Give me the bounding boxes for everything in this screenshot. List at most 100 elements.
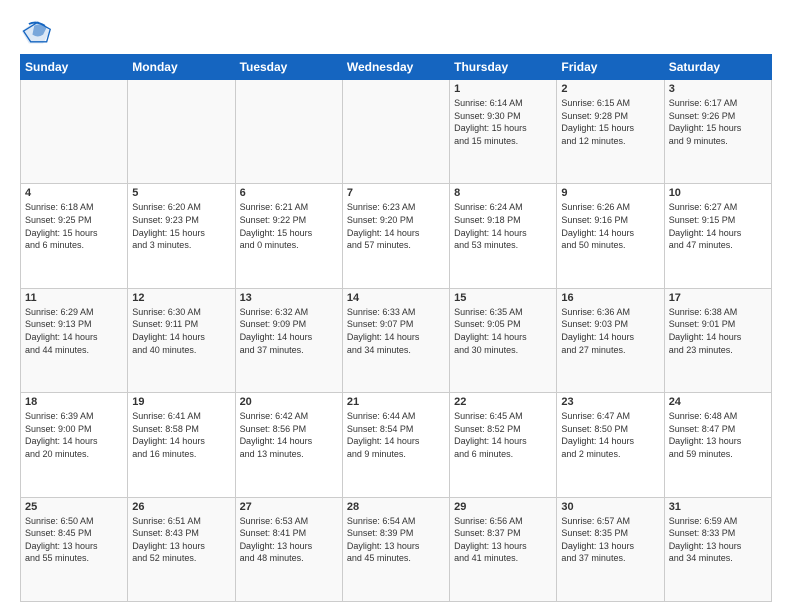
day-number: 26	[132, 501, 230, 513]
day-number: 17	[669, 292, 767, 304]
calendar-cell: 2 Sunrise: 6:15 AMSunset: 9:28 PMDaylight…	[557, 80, 664, 184]
day-number: 27	[240, 501, 338, 513]
day-header-monday: Monday	[128, 55, 235, 80]
day-number: 20	[240, 396, 338, 408]
calendar-cell: 9Sunrise: 6:26 AMSunset: 9:16 PMDaylight…	[557, 184, 664, 288]
calendar-cell: 30Sunrise: 6:57 AMSunset: 8:35 PMDayligh…	[557, 497, 664, 601]
calendar-cell: 26 Sunrise: 6:51 AMSunset: 8:43 PMDayligh…	[128, 497, 235, 601]
calendar-cell: 5 Sunrise: 6:20 AMSunset: 9:23 PMDaylight…	[128, 184, 235, 288]
cell-info: Sunrise: 6:45 AMSunset: 8:52 PMDaylight:…	[454, 410, 552, 460]
cell-info: Sunrise: 6:59 AMSunset: 8:33 PMDaylight:…	[669, 515, 767, 565]
day-number: 28	[347, 501, 445, 513]
cell-info: Sunrise: 6:51 AMSunset: 8:43 PMDaylight:…	[132, 515, 230, 565]
day-number: 15	[454, 292, 552, 304]
calendar-cell: 6 Sunrise: 6:21 AMSunset: 9:22 PMDaylight…	[235, 184, 342, 288]
day-number: 31	[669, 501, 767, 513]
cell-info: Sunrise: 6:36 AMSunset: 9:03 PMDaylight:…	[561, 306, 659, 356]
cell-info: Sunrise: 6:27 AMSunset: 9:15 PMDaylight:…	[669, 201, 767, 251]
day-number: 23	[561, 396, 659, 408]
calendar-cell	[128, 80, 235, 184]
day-number: 14	[347, 292, 445, 304]
cell-info: Sunrise: 6:29 AMSunset: 9:13 PMDaylight:…	[25, 306, 123, 356]
calendar-cell	[21, 80, 128, 184]
day-header-tuesday: Tuesday	[235, 55, 342, 80]
cell-info: Sunrise: 6:20 AMSunset: 9:23 PMDaylight:…	[132, 201, 230, 251]
day-number: 11	[25, 292, 123, 304]
calendar-cell: 13Sunrise: 6:32 AMSunset: 9:09 PMDayligh…	[235, 288, 342, 392]
calendar-cell: 31 Sunrise: 6:59 AMSunset: 8:33 PMDayligh…	[664, 497, 771, 601]
calendar-cell: 8Sunrise: 6:24 AMSunset: 9:18 PMDaylight…	[450, 184, 557, 288]
week-row-1: 4 Sunrise: 6:18 AMSunset: 9:25 PMDaylight…	[21, 184, 772, 288]
calendar-cell: 14 Sunrise: 6:33 AMSunset: 9:07 PMDayligh…	[342, 288, 449, 392]
calendar-cell: 28 Sunrise: 6:54 AMSunset: 8:39 PMDayligh…	[342, 497, 449, 601]
day-number: 3	[669, 83, 767, 95]
cell-info: Sunrise: 6:41 AMSunset: 8:58 PMDaylight:…	[132, 410, 230, 460]
cell-info: Sunrise: 6:39 AMSunset: 9:00 PMDaylight:…	[25, 410, 123, 460]
calendar-cell: 10 Sunrise: 6:27 AMSunset: 9:15 PMDayligh…	[664, 184, 771, 288]
day-number: 10	[669, 187, 767, 199]
cell-info: Sunrise: 6:53 AMSunset: 8:41 PMDaylight:…	[240, 515, 338, 565]
calendar-cell: 4 Sunrise: 6:18 AMSunset: 9:25 PMDaylight…	[21, 184, 128, 288]
cell-info: Sunrise: 6:54 AMSunset: 8:39 PMDaylight:…	[347, 515, 445, 565]
day-header-saturday: Saturday	[664, 55, 771, 80]
day-number: 9	[561, 187, 659, 199]
calendar-cell: 27 Sunrise: 6:53 AMSunset: 8:41 PMDayligh…	[235, 497, 342, 601]
calendar-cell: 12Sunrise: 6:30 AMSunset: 9:11 PMDayligh…	[128, 288, 235, 392]
day-number: 25	[25, 501, 123, 513]
day-number: 12	[132, 292, 230, 304]
day-number: 6	[240, 187, 338, 199]
week-row-3: 18 Sunrise: 6:39 AMSunset: 9:00 PMDayligh…	[21, 393, 772, 497]
day-number: 2	[561, 83, 659, 95]
day-number: 22	[454, 396, 552, 408]
calendar-cell: 11 Sunrise: 6:29 AMSunset: 9:13 PMDayligh…	[21, 288, 128, 392]
calendar: SundayMondayTuesdayWednesdayThursdayFrid…	[20, 54, 772, 602]
week-row-0: 1 Sunrise: 6:14 AMSunset: 9:30 PMDaylight…	[21, 80, 772, 184]
day-number: 19	[132, 396, 230, 408]
week-row-4: 25 Sunrise: 6:50 AMSunset: 8:45 PMDayligh…	[21, 497, 772, 601]
calendar-cell: 1 Sunrise: 6:14 AMSunset: 9:30 PMDaylight…	[450, 80, 557, 184]
cell-info: Sunrise: 6:56 AMSunset: 8:37 PMDaylight:…	[454, 515, 552, 565]
cell-info: Sunrise: 6:14 AMSunset: 9:30 PMDaylight:…	[454, 97, 552, 147]
day-number: 8	[454, 187, 552, 199]
day-number: 24	[669, 396, 767, 408]
calendar-cell: 19 Sunrise: 6:41 AMSunset: 8:58 PMDayligh…	[128, 393, 235, 497]
cell-info: Sunrise: 6:57 AMSunset: 8:35 PMDaylight:…	[561, 515, 659, 565]
calendar-header: SundayMondayTuesdayWednesdayThursdayFrid…	[21, 55, 772, 80]
calendar-cell: 22 Sunrise: 6:45 AMSunset: 8:52 PMDayligh…	[450, 393, 557, 497]
day-number: 18	[25, 396, 123, 408]
calendar-cell	[342, 80, 449, 184]
day-number: 1	[454, 83, 552, 95]
day-number: 5	[132, 187, 230, 199]
calendar-body: 1 Sunrise: 6:14 AMSunset: 9:30 PMDaylight…	[21, 80, 772, 602]
cell-info: Sunrise: 6:32 AMSunset: 9:09 PMDaylight:…	[240, 306, 338, 356]
calendar-cell: 16 Sunrise: 6:36 AMSunset: 9:03 PMDayligh…	[557, 288, 664, 392]
calendar-cell: 18 Sunrise: 6:39 AMSunset: 9:00 PMDayligh…	[21, 393, 128, 497]
cell-info: Sunrise: 6:15 AMSunset: 9:28 PMDaylight:…	[561, 97, 659, 147]
logo	[20, 18, 56, 46]
header-row: SundayMondayTuesdayWednesdayThursdayFrid…	[21, 55, 772, 80]
week-row-2: 11 Sunrise: 6:29 AMSunset: 9:13 PMDayligh…	[21, 288, 772, 392]
day-header-thursday: Thursday	[450, 55, 557, 80]
calendar-cell: 23Sunrise: 6:47 AMSunset: 8:50 PMDayligh…	[557, 393, 664, 497]
cell-info: Sunrise: 6:21 AMSunset: 9:22 PMDaylight:…	[240, 201, 338, 251]
page: SundayMondayTuesdayWednesdayThursdayFrid…	[0, 0, 792, 612]
calendar-cell: 3 Sunrise: 6:17 AMSunset: 9:26 PMDaylight…	[664, 80, 771, 184]
cell-info: Sunrise: 6:35 AMSunset: 9:05 PMDaylight:…	[454, 306, 552, 356]
day-number: 4	[25, 187, 123, 199]
cell-info: Sunrise: 6:17 AMSunset: 9:26 PMDaylight:…	[669, 97, 767, 147]
cell-info: Sunrise: 6:50 AMSunset: 8:45 PMDaylight:…	[25, 515, 123, 565]
day-header-sunday: Sunday	[21, 55, 128, 80]
day-number: 16	[561, 292, 659, 304]
day-number: 21	[347, 396, 445, 408]
day-number: 29	[454, 501, 552, 513]
calendar-table: SundayMondayTuesdayWednesdayThursdayFrid…	[20, 54, 772, 602]
cell-info: Sunrise: 6:33 AMSunset: 9:07 PMDaylight:…	[347, 306, 445, 356]
cell-info: Sunrise: 6:18 AMSunset: 9:25 PMDaylight:…	[25, 201, 123, 251]
calendar-cell: 29 Sunrise: 6:56 AMSunset: 8:37 PMDayligh…	[450, 497, 557, 601]
day-header-wednesday: Wednesday	[342, 55, 449, 80]
logo-icon	[20, 18, 52, 46]
calendar-cell: 17Sunrise: 6:38 AMSunset: 9:01 PMDayligh…	[664, 288, 771, 392]
calendar-cell	[235, 80, 342, 184]
cell-info: Sunrise: 6:44 AMSunset: 8:54 PMDaylight:…	[347, 410, 445, 460]
calendar-cell: 25 Sunrise: 6:50 AMSunset: 8:45 PMDayligh…	[21, 497, 128, 601]
